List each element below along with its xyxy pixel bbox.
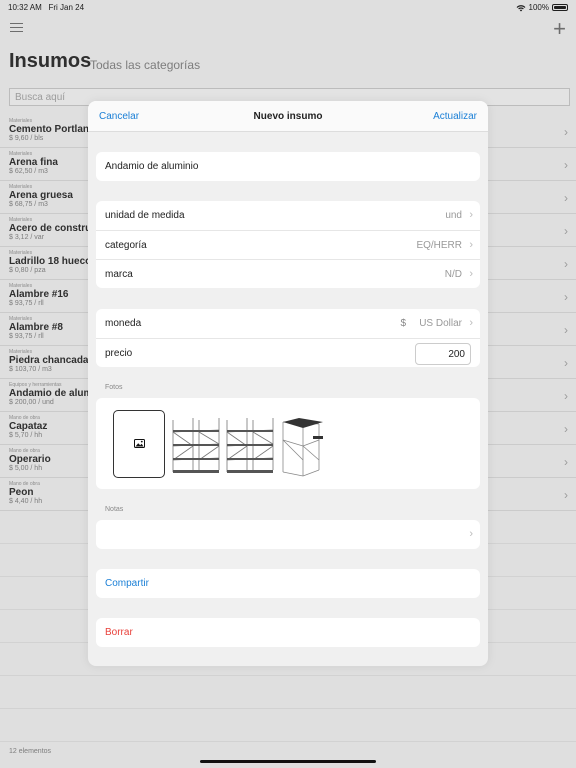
share-button[interactable]: Compartir (96, 569, 480, 598)
chevron-right-icon: › (469, 317, 473, 329)
notes-label: Notas (105, 506, 124, 513)
unit-value: und (445, 210, 462, 221)
category-label: categoría (105, 240, 147, 251)
unit-row[interactable]: unidad de medida und › (96, 201, 480, 230)
pricing-card: moneda $ US Dollar › precio (96, 309, 480, 367)
brand-label: marca (105, 269, 133, 280)
category-row[interactable]: categoría EQ/HERR › (96, 230, 480, 259)
image-icon (133, 439, 145, 448)
brand-value: N/D (444, 269, 462, 280)
home-indicator (200, 760, 376, 763)
add-photo-button[interactable] (113, 409, 165, 478)
chevron-right-icon: › (469, 209, 473, 221)
name-card: Andamio de aluminio (96, 152, 480, 181)
currency-value: US Dollar (419, 318, 462, 329)
notes-card: › (96, 520, 480, 549)
photos-card (96, 398, 480, 489)
name-field[interactable]: Andamio de aluminio (96, 152, 480, 181)
chevron-right-icon: › (469, 528, 473, 540)
notes-field[interactable]: › (96, 520, 480, 549)
scaffold-photo-2[interactable] (223, 410, 275, 478)
delete-card: Borrar (96, 618, 480, 647)
modal-title: Nuevo insumo (253, 111, 323, 122)
currency-row[interactable]: moneda $ US Dollar › (96, 309, 480, 338)
price-input[interactable] (415, 343, 471, 365)
scaffold-photo-1[interactable] (169, 410, 221, 478)
scaffold-photo-3[interactable] (277, 410, 329, 478)
category-value: EQ/HERR (416, 240, 462, 251)
share-card: Compartir (96, 569, 480, 598)
chevron-right-icon: › (469, 239, 473, 251)
details-card: unidad de medida und › categoría EQ/HERR… (96, 201, 480, 288)
photos-label: Fotos (105, 384, 123, 391)
price-row: precio (96, 338, 480, 367)
price-label: precio (105, 348, 133, 359)
currency-symbol: $ (400, 318, 406, 329)
new-item-modal: Cancelar Nuevo insumo Actualizar Andamio… (88, 101, 488, 666)
delete-button[interactable]: Borrar (96, 618, 480, 647)
modal-nav-bar: Cancelar Nuevo insumo Actualizar (88, 101, 488, 132)
update-button[interactable]: Actualizar (433, 111, 477, 122)
unit-label: unidad de medida (105, 210, 185, 221)
currency-label: moneda (105, 318, 142, 329)
brand-row[interactable]: marca N/D › (96, 259, 480, 288)
chevron-right-icon: › (469, 268, 473, 280)
